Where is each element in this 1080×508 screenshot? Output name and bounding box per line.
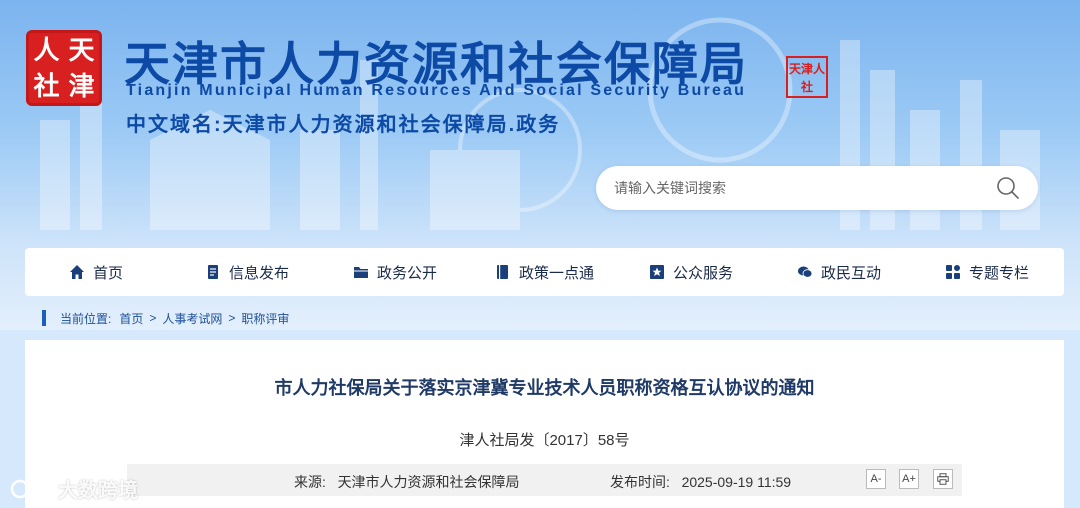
article-date: 发布时间: 2025-09-19 11:59	[610, 472, 791, 492]
small-seal-logo: 天津人社	[786, 56, 828, 98]
font-increase-button[interactable]: A+	[899, 469, 919, 489]
document-icon	[208, 265, 218, 279]
nav-label: 政民互动	[821, 264, 882, 282]
nav-item-info[interactable]: 信息发布	[205, 248, 289, 296]
breadcrumb-link-home[interactable]: 首页	[119, 310, 143, 327]
search-box	[596, 166, 1038, 210]
nav-label: 首页	[93, 264, 124, 282]
breadcrumb: 当前位置: 首页 > 人事考试网 > 职称评审	[42, 310, 289, 326]
source-value: 天津市人力资源和社会保障局	[337, 474, 520, 490]
nav-item-policy[interactable]: 政策一点通	[495, 248, 594, 296]
nav-label: 信息发布	[229, 264, 290, 282]
site-title-english: Tianjin Municipal Human Resources And So…	[126, 82, 747, 99]
chat-icon	[798, 266, 813, 278]
nav-label: 公众服务	[673, 264, 734, 282]
article-panel: 市人力社保局关于落实京津冀专业技术人员职称资格互认协议的通知 津人社局发〔201…	[25, 340, 1064, 508]
breadcrumb-bar	[42, 310, 46, 326]
breadcrumb-link-title-review[interactable]: 职称评审	[241, 310, 289, 327]
seal-char: 津	[68, 72, 95, 102]
date-label: 发布时间:	[610, 474, 670, 490]
nav-item-home[interactable]: 首页	[69, 248, 123, 296]
date-value: 2025-09-19 11:59	[681, 474, 792, 490]
main-nav: 首页 信息发布 政务公开 政策一点通 公众服务 政民互动 专题专栏	[25, 248, 1064, 296]
article-meta-bar: 来源: 天津市人力资源和社会保障局 发布时间: 2025-09-19 11:59…	[127, 464, 962, 496]
nav-item-interaction[interactable]: 政民互动	[797, 248, 881, 296]
breadcrumb-separator: >	[149, 311, 157, 325]
print-icon	[937, 473, 949, 485]
seal-char: 天	[68, 36, 95, 66]
article-source: 来源: 天津市人力资源和社会保障局	[294, 472, 520, 492]
document-number: 津人社局发〔2017〕58号	[459, 432, 630, 449]
nav-label: 政策一点通	[519, 264, 595, 282]
home-icon	[70, 265, 84, 279]
search-input[interactable]	[614, 176, 974, 200]
nav-item-topics[interactable]: 专题专栏	[945, 248, 1029, 296]
watermark-logo-icon	[10, 479, 48, 498]
folder-icon	[354, 267, 368, 278]
book-icon	[497, 265, 508, 279]
star-icon	[650, 265, 664, 279]
print-button[interactable]	[933, 469, 953, 489]
watermark: 大数跨境	[10, 474, 138, 503]
nav-item-service[interactable]: 公众服务	[649, 248, 733, 296]
nav-label: 专题专栏	[969, 264, 1030, 282]
watermark-text: 大数跨境	[58, 480, 138, 502]
nav-item-public[interactable]: 政务公开	[353, 248, 437, 296]
article-title: 市人力社保局关于落实京津冀专业技术人员职称资格互认协议的通知	[274, 378, 815, 398]
seal-char: 社	[33, 72, 60, 102]
search-icon[interactable]	[996, 176, 1020, 200]
site-domain-label: 中文域名:天津市人力资源和社会保障局.政务	[126, 114, 561, 136]
source-label: 来源:	[294, 474, 326, 490]
breadcrumb-prefix: 当前位置:	[60, 311, 112, 326]
breadcrumb-separator: >	[228, 311, 236, 325]
seal-char: 人	[33, 36, 60, 66]
breadcrumb-link-exam[interactable]: 人事考试网	[162, 310, 222, 327]
bureau-seal-logo: 人 天 社 津	[26, 30, 102, 106]
grid-icon	[946, 265, 960, 279]
font-decrease-button[interactable]: A-	[866, 469, 886, 489]
nav-label: 政务公开	[377, 264, 438, 282]
